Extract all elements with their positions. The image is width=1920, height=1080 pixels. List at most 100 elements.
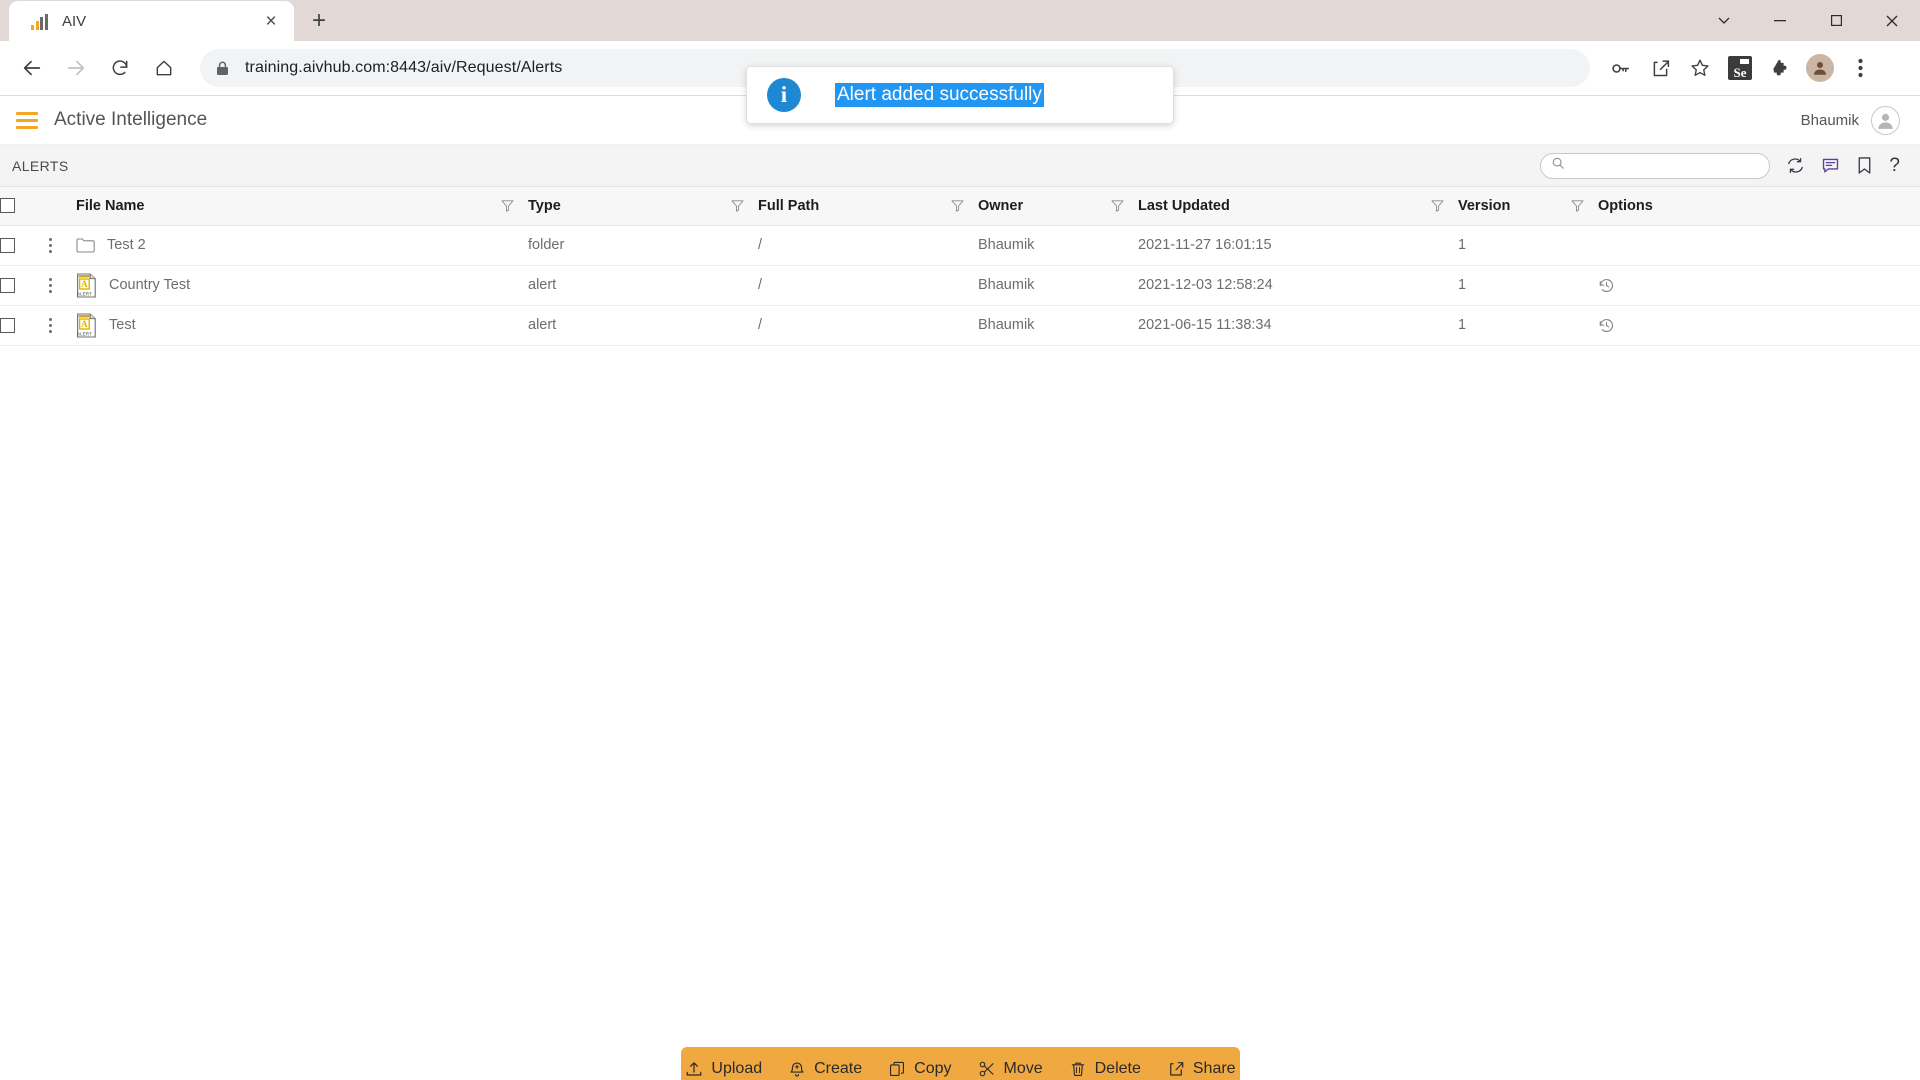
column-version[interactable]: Version [1458,187,1598,226]
new-tab-button[interactable]: + [302,4,336,38]
row-menu-cell[interactable] [42,265,68,306]
selenium-extension-icon[interactable]: Se [1720,48,1760,88]
column-type[interactable]: Type [528,187,758,226]
alert-file-icon: A ALERT [76,272,97,298]
column-options: Options [1598,187,1920,226]
move-button[interactable]: Move [978,1060,1043,1078]
application-viewport: Active Intelligence Bhaumik ALERTS ? Fil… [0,66,1920,1080]
browser-tab[interactable]: AIV × [9,1,294,41]
maximize-icon[interactable] [1808,0,1864,41]
upload-button[interactable]: Upload [685,1060,762,1078]
filter-icon-full-path[interactable] [951,199,964,212]
filter-icon-type[interactable] [731,199,744,212]
user-avatar-icon[interactable] [1871,105,1900,135]
delete-label: Delete [1094,1060,1141,1077]
folder-icon [76,237,95,253]
bookmark-icon[interactable] [1856,156,1873,175]
copy-label: Copy [914,1060,952,1077]
column-file-name-label: File Name [76,197,145,214]
cell-last-updated: 2021-06-15 11:38:34 [1138,305,1458,346]
hamburger-icon[interactable] [10,103,44,137]
select-all-header[interactable] [0,187,42,226]
minimize-icon[interactable] [1752,0,1808,41]
row-checkbox[interactable] [0,317,15,333]
delete-button[interactable]: Delete [1069,1060,1141,1078]
help-icon[interactable]: ? [1889,155,1900,177]
filter-icon-version[interactable] [1571,199,1584,212]
column-owner[interactable]: Owner [978,187,1138,226]
cell-file-name[interactable]: Test 2 [68,225,528,266]
move-label: Move [1003,1060,1043,1077]
browser-toolbar-icons: Se [1600,48,1880,88]
key-icon[interactable] [1600,48,1640,88]
history-icon[interactable] [1598,277,1920,294]
filter-icon-file-name[interactable] [501,199,514,212]
history-icon[interactable] [1598,317,1920,334]
row-checkbox[interactable] [0,277,15,293]
search-icon [1551,156,1565,175]
chevron-down-icon[interactable] [1696,0,1752,41]
selenium-badge-label: Se [1728,56,1752,80]
content-toolbar: ALERTS ? [0,145,1920,187]
star-icon[interactable] [1680,48,1720,88]
share-button[interactable]: Share [1167,1060,1236,1078]
column-last-updated[interactable]: Last Updated [1138,187,1458,226]
search-input[interactable] [1572,158,1760,173]
share-label: Share [1192,1060,1236,1077]
toast-notification[interactable]: i Alert added successfully [746,66,1174,124]
share-icon[interactable] [1640,48,1680,88]
table-row[interactable]: A ALERT Test alert / Bhaumik 2021-06-15 … [0,305,1920,346]
row-checkbox[interactable] [0,237,15,253]
forward-arrow-icon[interactable] [56,48,96,88]
row-kebab-menu-icon[interactable] [42,237,58,253]
cell-options[interactable] [1598,265,1920,306]
close-icon[interactable]: × [258,8,284,34]
row-kebab-menu-icon[interactable] [42,277,58,293]
upload-label: Upload [711,1060,763,1077]
user-name[interactable]: Bhaumik [1801,112,1859,129]
cell-version: 1 [1458,305,1598,346]
row-menu-cell[interactable] [42,305,68,346]
filter-icon-owner[interactable] [1111,199,1124,212]
close-icon[interactable] [1864,0,1920,41]
select-all-checkbox[interactable] [0,198,15,214]
comment-icon[interactable] [1821,156,1840,175]
create-button[interactable]: Create [788,1060,862,1078]
row-select-cell[interactable] [0,225,42,266]
column-full-path[interactable]: Full Path [758,187,978,226]
cell-options[interactable] [1598,305,1920,346]
cell-file-name[interactable]: A ALERT Test [68,305,528,346]
profile-avatar-icon[interactable] [1800,48,1840,88]
cell-owner: Bhaumik [978,265,1138,306]
cell-full-path: / [758,225,978,266]
home-icon[interactable] [144,48,184,88]
filter-icon-last-updated[interactable] [1431,199,1444,212]
file-name-text: Test 2 [107,237,146,253]
file-name-text: Test [109,317,136,333]
copy-button[interactable]: Copy [888,1060,952,1078]
row-select-cell[interactable] [0,265,42,306]
puzzle-icon[interactable] [1760,48,1800,88]
cell-full-path: / [758,265,978,306]
column-full-path-label: Full Path [758,197,820,214]
row-kebab-menu-icon[interactable] [42,317,58,333]
cell-owner: Bhaumik [978,225,1138,266]
row-select-cell[interactable] [0,305,42,346]
column-file-name[interactable]: File Name [68,187,528,226]
refresh-icon[interactable] [1786,156,1805,175]
three-dot-menu-icon[interactable] [1840,48,1880,88]
table-row[interactable]: Test 2 folder / Bhaumik 2021-11-27 16:01… [0,225,1920,266]
row-menu-cell[interactable] [42,225,68,266]
svg-text:ALERT: ALERT [77,291,92,296]
cell-full-path: / [758,305,978,346]
back-arrow-icon[interactable] [12,48,52,88]
cell-file-name[interactable]: A ALERT Country Test [68,265,528,306]
search-box[interactable] [1540,152,1771,179]
reload-icon[interactable] [100,48,140,88]
table-row[interactable]: A ALERT Country Test alert / Bhaumik 202… [0,265,1920,306]
cell-type: alert [528,305,758,346]
content-toolbar-actions: ? [1540,152,1900,179]
cell-type: alert [528,265,758,306]
files-table: File Name Type Full Path Owner Last Upda… [0,187,1920,346]
action-bar: Upload Create Copy Move Delete Share [681,1047,1240,1080]
